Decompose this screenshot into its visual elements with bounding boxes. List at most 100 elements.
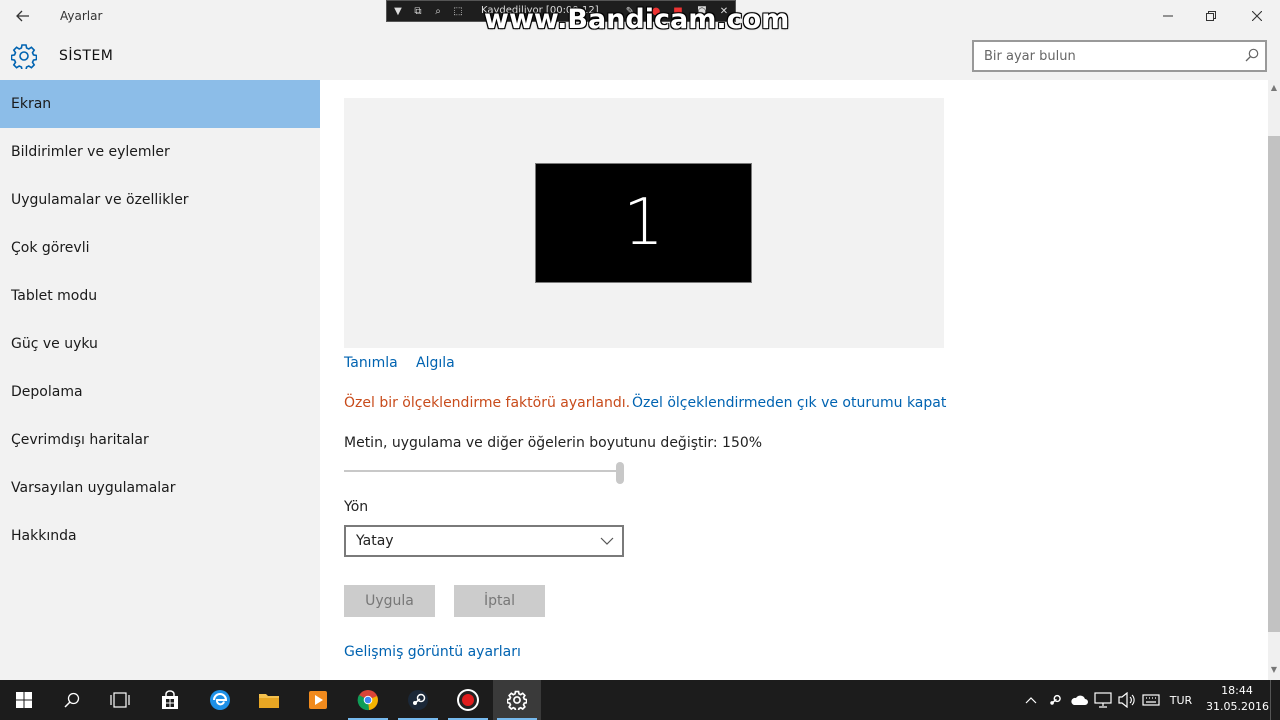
chrome-button[interactable] — [344, 680, 392, 720]
gear-icon — [507, 690, 527, 710]
cancel-button-label: İptal — [484, 593, 515, 609]
task-view-icon — [110, 692, 130, 708]
monitor-tile[interactable]: 1 — [535, 163, 752, 283]
chevron-down-icon — [600, 537, 614, 545]
sidebar-item-bildirimler[interactable]: Bildirimler ve eylemler — [0, 128, 320, 176]
advanced-display-link[interactable]: Gelişmiş görüntü ayarları — [344, 644, 521, 660]
arrow-left-icon — [16, 10, 29, 22]
section-title: SİSTEM — [59, 48, 114, 64]
clock[interactable]: 18:44 31.05.2016 — [1206, 683, 1269, 715]
menu-arrow-icon[interactable]: ▼ — [391, 4, 405, 18]
orientation-label: Yön — [344, 499, 369, 515]
scrollbar-thumb[interactable] — [1268, 136, 1280, 632]
close-icon — [1252, 11, 1262, 21]
media-player-button[interactable] — [294, 680, 342, 720]
scroll-down-icon[interactable]: ▼ — [1270, 666, 1278, 674]
search-icon[interactable] — [1245, 48, 1259, 62]
sidebar-item-label: Ekran — [11, 96, 52, 112]
settings-taskbar-button[interactable] — [493, 680, 541, 720]
scale-label: Metin, uygulama ve diğer öğelerin boyutu… — [344, 435, 763, 451]
restore-icon — [1206, 11, 1216, 21]
zoom-icon[interactable]: ⌕ — [431, 4, 445, 18]
bandicam-button[interactable] — [444, 680, 492, 720]
apply-button-label: Uygula — [365, 593, 414, 609]
apply-button[interactable]: Uygula — [344, 585, 435, 617]
chrome-icon — [357, 690, 378, 711]
sidebar-item-depolama[interactable]: Depolama — [0, 368, 320, 416]
sidebar-item-cok-gorevli[interactable]: Çok görevli — [0, 224, 320, 272]
steam-icon — [408, 690, 428, 710]
input-language[interactable]: TUR — [1164, 680, 1198, 720]
window-icon[interactable]: ⧉ — [411, 4, 425, 18]
tray-volume[interactable] — [1116, 680, 1138, 720]
scale-slider-track[interactable] — [344, 470, 620, 472]
store-bag-icon — [162, 690, 178, 709]
clock-time: 18:44 — [1221, 684, 1253, 697]
file-explorer-button[interactable] — [245, 680, 293, 720]
restore-button[interactable] — [1191, 4, 1231, 28]
back-button[interactable] — [10, 5, 36, 27]
search-box[interactable] — [972, 40, 1267, 72]
sidebar: Ekran Bildirimler ve eylemler Uygulamala… — [0, 80, 320, 680]
sidebar-item-label: Hakkında — [11, 528, 77, 544]
app-title: Ayarlar — [60, 9, 103, 23]
tray-keyboard[interactable] — [1140, 680, 1162, 720]
minimize-icon — [1163, 15, 1173, 17]
sidebar-item-ekran[interactable]: Ekran — [0, 80, 320, 128]
edge-icon — [210, 690, 230, 710]
minimize-button[interactable] — [1148, 4, 1188, 28]
search-taskbar-button[interactable] — [48, 680, 96, 720]
cancel-button[interactable]: İptal — [454, 585, 545, 617]
chevron-up-icon — [1025, 697, 1037, 704]
show-desktop-button[interactable] — [1270, 680, 1280, 720]
tray-steam[interactable] — [1044, 680, 1066, 720]
sidebar-item-label: Çevrimdışı haritalar — [11, 432, 149, 448]
signout-link[interactable]: Özel ölçeklendirmeden çık ve oturumu kap… — [632, 395, 946, 411]
sidebar-item-uygulamalar[interactable]: Uygulamalar ve özellikler — [0, 176, 320, 224]
sidebar-item-label: Bildirimler ve eylemler — [11, 144, 170, 160]
taskbar: TUR 18:44 31.05.2016 — [0, 680, 1280, 720]
search-input[interactable] — [984, 47, 1234, 65]
media-player-icon — [309, 691, 327, 709]
scroll-up-icon[interactable]: ▲ — [1270, 84, 1278, 92]
orientation-value: Yatay — [356, 533, 394, 549]
custom-scale-warning: Özel bir ölçeklendirme faktörü ayarlandı… — [344, 395, 631, 411]
sidebar-item-cevrimdisi-haritalar[interactable]: Çevrimdışı haritalar — [0, 416, 320, 464]
steam-button[interactable] — [394, 680, 442, 720]
orientation-select[interactable]: Yatay — [344, 525, 624, 557]
tray-network[interactable] — [1092, 680, 1114, 720]
identify-link[interactable]: Tanımla — [344, 355, 398, 371]
windows-logo-icon — [16, 692, 32, 708]
search-icon — [64, 692, 80, 708]
display-arrangement-area: 1 — [344, 98, 944, 348]
close-button[interactable] — [1237, 4, 1277, 28]
sidebar-item-guc-ve-uyku[interactable]: Güç ve uyku — [0, 320, 320, 368]
folder-icon — [259, 694, 279, 708]
sidebar-item-label: Uygulamalar ve özellikler — [11, 192, 189, 208]
sidebar-item-hakkinda[interactable]: Hakkında — [0, 512, 320, 560]
record-icon — [457, 689, 479, 711]
sidebar-item-tablet-modu[interactable]: Tablet modu — [0, 272, 320, 320]
display-settings-panel: 1 Tanımla Algıla Özel bir ölçeklendirme … — [320, 80, 1268, 680]
steam-icon — [1050, 694, 1061, 705]
sidebar-item-label: Tablet modu — [11, 288, 98, 304]
store-button[interactable] — [146, 680, 194, 720]
sidebar-item-label: Varsayılan uygulamalar — [11, 480, 176, 496]
scale-slider-thumb[interactable] — [616, 462, 624, 484]
sidebar-item-label: Depolama — [11, 384, 83, 400]
recorder-watermark: www.Bandicam.com — [484, 4, 790, 35]
show-hidden-icons-button[interactable] — [1020, 680, 1042, 720]
edge-browser-button[interactable] — [196, 680, 244, 720]
detect-link[interactable]: Algıla — [416, 355, 455, 371]
tray-onedrive[interactable] — [1068, 680, 1090, 720]
keyboard-icon — [1142, 694, 1160, 706]
gear-icon — [10, 43, 38, 71]
cloud-icon — [1071, 695, 1088, 705]
sidebar-item-varsayilan-uygulamalar[interactable]: Varsayılan uygulamalar — [0, 464, 320, 512]
network-icon — [1094, 692, 1112, 708]
monitor-number: 1 — [623, 186, 664, 260]
region-icon[interactable]: ⬚ — [451, 4, 465, 18]
task-view-button[interactable] — [96, 680, 144, 720]
speaker-icon — [1118, 692, 1135, 708]
start-button[interactable] — [0, 680, 48, 720]
